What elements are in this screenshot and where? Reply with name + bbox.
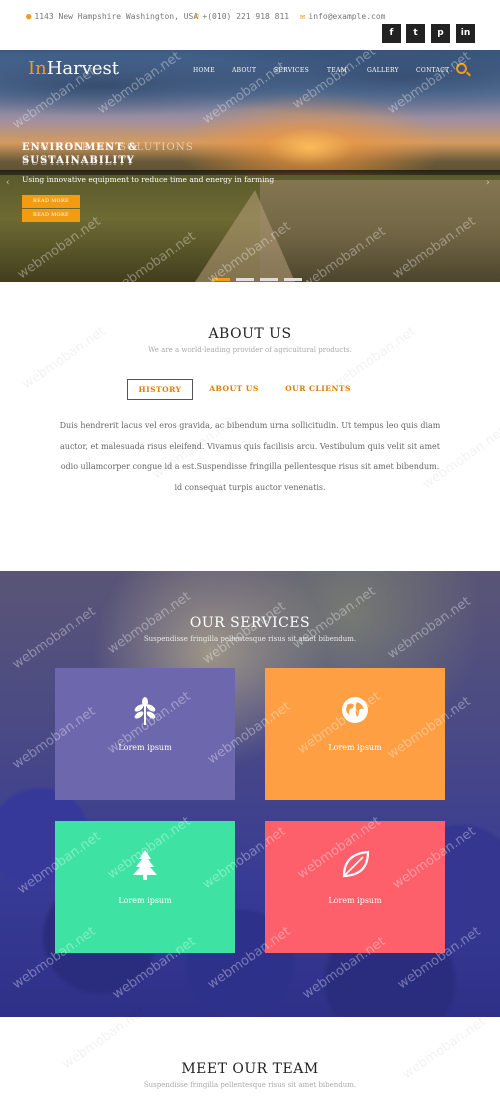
- service-card[interactable]: Lorem ipsum: [55, 821, 235, 953]
- email-info[interactable]: ✉ info@example.com: [300, 12, 385, 22]
- hero-wheat-field: [260, 180, 500, 282]
- leaf-icon: [342, 850, 370, 878]
- about-subtitle: We are a world-leading provider of agric…: [148, 346, 352, 354]
- service-card-label: Lorem ipsum: [118, 896, 172, 905]
- leaf-branch-icon: [134, 697, 156, 725]
- slider-dot[interactable]: [236, 278, 254, 281]
- slider-dot[interactable]: [212, 278, 230, 281]
- nav-team[interactable]: TEAM: [327, 67, 347, 74]
- facebook-icon[interactable]: f: [382, 24, 401, 43]
- phone-icon: ✆: [194, 12, 200, 22]
- top-bar: ● 1143 New Hampshire Washington, USA ✆ +(0…: [0, 0, 500, 50]
- phone-text: +(010) 221 918 811: [202, 12, 290, 21]
- tab-about-us[interactable]: ABOUT US: [203, 379, 265, 400]
- pinterest-icon[interactable]: p: [431, 24, 450, 43]
- slider-dot[interactable]: [284, 278, 302, 281]
- slider-dot[interactable]: [260, 278, 278, 281]
- search-icon[interactable]: [456, 63, 467, 74]
- linkedin-icon[interactable]: in: [456, 24, 475, 43]
- tab-history[interactable]: HISTORY: [127, 379, 193, 400]
- hero-road: [195, 190, 295, 282]
- about-title: ABOUT US: [208, 326, 292, 342]
- map-marker-icon: ●: [26, 12, 32, 22]
- nav-services[interactable]: SERVICES: [274, 67, 309, 74]
- nav-home[interactable]: HOME: [193, 67, 215, 74]
- service-card-label: Lorem ipsum: [118, 743, 172, 752]
- address-info: ● 1143 New Hampshire Washington, USA: [26, 12, 198, 22]
- nav-gallery[interactable]: GALLERY: [367, 67, 399, 74]
- hero-heading-front: ENVIRONMENT &: [22, 142, 139, 153]
- email-text[interactable]: info@example.com: [308, 12, 385, 21]
- read-more-button[interactable]: READ MORE: [22, 195, 80, 208]
- phone-info: ✆ +(010) 221 918 811: [194, 12, 289, 22]
- about-text: Duis hendrerit lacus vel eros gravida, a…: [59, 421, 441, 492]
- nav-contact[interactable]: CONTACT: [416, 67, 449, 74]
- hero-subtitle: Using innovative equipment to reduce tim…: [22, 175, 275, 184]
- twitter-icon[interactable]: t: [406, 24, 425, 43]
- service-card-label: Lorem ipsum: [328, 743, 382, 752]
- service-card-label: Lorem ipsum: [328, 896, 382, 905]
- team-title: MEET OUR TEAM: [181, 1061, 319, 1077]
- globe-icon: [342, 697, 368, 723]
- service-card[interactable]: Lorem ipsum: [265, 821, 445, 953]
- team-subtitle: Suspendisse fringilla pellentesque risus…: [143, 1081, 357, 1089]
- service-card[interactable]: Lorem ipsum: [265, 668, 445, 800]
- envelope-icon: ✉: [300, 12, 306, 22]
- hero-heading-front-2: SUSTAINABILITY: [22, 155, 135, 166]
- services-subtitle: Suspendisse fringilla pellentesque risus…: [143, 635, 357, 643]
- tab-our-clients[interactable]: OUR CLIENTS: [279, 379, 357, 400]
- site-logo[interactable]: InHarvest: [28, 58, 119, 79]
- pine-tree-icon: [133, 850, 157, 880]
- address-text: 1143 New Hampshire Washington, USA: [34, 12, 199, 21]
- read-more-button-2[interactable]: READ MORE: [22, 209, 80, 222]
- slider-next-icon[interactable]: ›: [486, 178, 490, 188]
- slider-prev-icon[interactable]: ‹: [6, 178, 10, 188]
- service-card[interactable]: Lorem ipsum: [55, 668, 235, 800]
- nav-about[interactable]: ABOUT: [232, 67, 256, 74]
- services-title: OUR SERVICES: [189, 615, 311, 631]
